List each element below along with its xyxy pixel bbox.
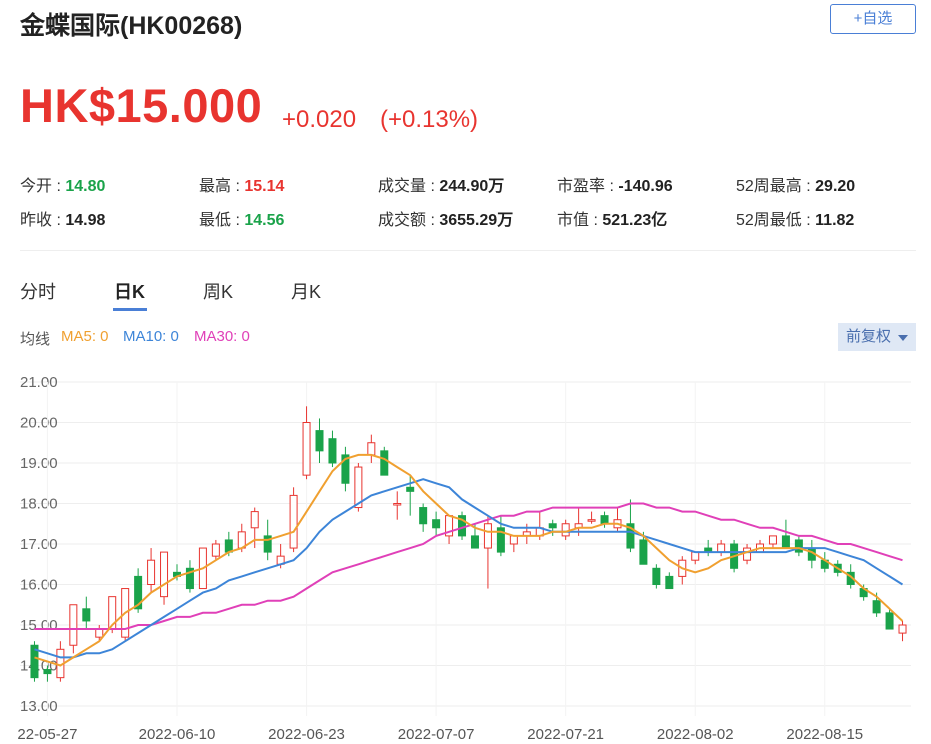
candle-body — [768, 535, 777, 545]
x-tick-label: 2022-07-07 — [398, 726, 475, 743]
current-price: HK$15.000 — [20, 79, 263, 132]
candle-body — [289, 494, 298, 549]
candle-body — [224, 539, 233, 553]
candle-body — [652, 567, 661, 586]
dropdown-arrow-icon — [898, 335, 908, 341]
x-tick-label: 2022-06-23 — [268, 726, 345, 743]
candle-body — [315, 430, 324, 452]
candle-body — [160, 551, 169, 598]
stat-market-cap: 市值 : 521.23亿 — [557, 212, 668, 229]
stat-low: 最低 : 14.56 — [199, 212, 285, 229]
stat-volume: 成交量 : 244.90万 — [378, 178, 505, 195]
stat-52w-low: 52周最低 : 11.82 — [736, 212, 855, 229]
y-tick-label: 16.00 — [20, 577, 58, 594]
candle-body — [885, 612, 894, 630]
candle-body — [794, 539, 803, 553]
y-tick-label: 15.00 — [20, 617, 58, 634]
candle-body — [872, 600, 881, 614]
y-tick-label: 19.00 — [20, 455, 58, 472]
active-tab-indicator — [113, 308, 147, 311]
candle-body — [147, 559, 156, 585]
candle-body — [211, 543, 220, 557]
candle-body — [43, 669, 52, 675]
candle-body — [328, 438, 337, 464]
stat-pe: 市盈率 : -140.96 — [557, 178, 673, 195]
candle-body — [302, 422, 311, 476]
candle-body — [432, 519, 441, 529]
candle-body — [587, 519, 596, 522]
legend-ma5: MA5: 0 — [61, 328, 109, 345]
y-tick-label: 18.00 — [20, 496, 58, 513]
tab-daily-k[interactable]: 日K — [114, 278, 145, 304]
candle-body — [781, 535, 790, 549]
stat-open: 今开 : 14.80 — [20, 178, 106, 195]
y-tick-label: 21.00 — [20, 374, 58, 391]
x-tick-label: 2022-06-10 — [139, 726, 216, 743]
candle-body — [82, 608, 91, 622]
candle-body — [600, 515, 609, 525]
candle-body — [69, 604, 78, 646]
candle-body — [419, 507, 428, 525]
stat-prev-close: 昨收 : 14.98 — [20, 212, 106, 229]
divider — [20, 250, 916, 251]
x-tick-label: 2022-08-02 — [657, 726, 734, 743]
tab-intraday[interactable]: 分时 — [20, 278, 56, 304]
add-watchlist-button[interactable]: +自选 — [830, 4, 916, 34]
adjust-dropdown-label: 前复权 — [846, 328, 892, 345]
candle-body — [691, 551, 700, 561]
y-tick-label: 13.00 — [20, 698, 58, 715]
x-tick-label: 2022-08-15 — [786, 726, 863, 743]
candle-body — [743, 547, 752, 561]
candle-body — [483, 523, 492, 549]
candle-body — [380, 450, 389, 476]
legend-label: 均线 — [20, 331, 51, 348]
page-title: 金蝶国际(HK00268) — [20, 12, 243, 40]
stat-high: 最高 : 15.14 — [199, 178, 285, 195]
candle-body — [393, 503, 402, 506]
tab-monthly-k[interactable]: 月K — [291, 278, 321, 304]
candle-body — [250, 511, 259, 529]
candle-body — [95, 628, 104, 638]
candle-body — [898, 624, 907, 634]
candle-body — [639, 539, 648, 565]
candle-body — [548, 523, 557, 529]
candle-body — [561, 523, 570, 537]
y-tick-label: 14.00 — [20, 658, 58, 675]
legend-ma10: MA10: 0 — [123, 328, 179, 345]
x-tick-label: 22-05-27 — [17, 726, 77, 743]
candle-body — [509, 535, 518, 545]
kline-chart[interactable]: 21.00 20.00 19.00 18.00 17.00 16.00 15.00 14.00… — [0, 360, 931, 744]
adjust-dropdown[interactable]: 前复权 — [838, 323, 916, 351]
price-change: +0.020 — [282, 106, 357, 133]
y-tick-label: 17.00 — [20, 536, 58, 553]
price-change-pct: (+0.13%) — [380, 106, 479, 133]
legend-ma30: MA30: 0 — [194, 328, 250, 345]
stat-52w-high: 52周最高 : 29.20 — [736, 178, 856, 195]
candle-body — [406, 486, 415, 492]
candle-body — [470, 535, 479, 549]
tab-weekly-k[interactable]: 周K — [203, 278, 233, 304]
x-tick-label: 2022-07-21 — [527, 726, 604, 743]
candle-body — [665, 575, 674, 590]
y-tick-label: 20.00 — [20, 415, 58, 432]
stat-turnover: 成交额 : 3655.29万 — [378, 212, 514, 229]
candle-body — [717, 543, 726, 553]
candle-body — [367, 442, 376, 456]
